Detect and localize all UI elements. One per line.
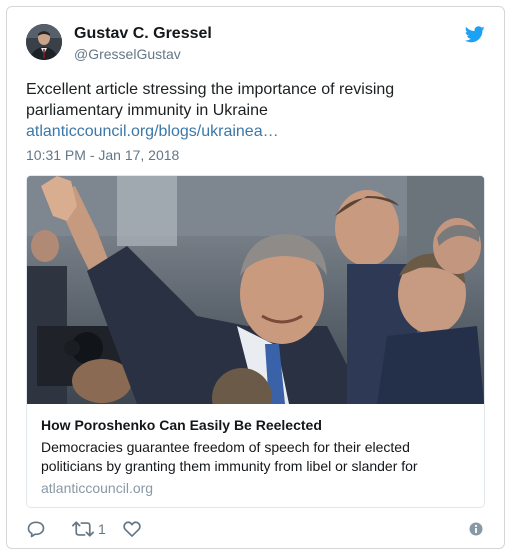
reply-icon <box>27 521 45 538</box>
retweet-count: 1 <box>98 521 106 537</box>
tweet-card[interactable]: Gustav C. Gressel @GresselGustav Excelle… <box>6 6 505 549</box>
tweet-timestamp[interactable]: 10:31 PM - Jan 17, 2018 <box>26 147 179 163</box>
link-preview-domain: atlanticcouncil.org <box>41 480 154 496</box>
retweet-button[interactable]: 1 <box>72 518 106 540</box>
avatar[interactable] <box>26 24 62 60</box>
tweet-link[interactable]: atlanticcouncil.org/blogs/ukrainea… <box>26 121 279 142</box>
tweet-text: Excellent article stressing the importan… <box>26 81 395 119</box>
heart-icon <box>123 521 141 537</box>
twitter-bird-icon[interactable] <box>465 26 485 43</box>
reply-button[interactable] <box>26 518 46 540</box>
link-preview-title[interactable]: How Poroshenko Can Easily Be Reelected <box>41 417 322 433</box>
photo-crowd-waving <box>27 176 484 404</box>
avatar-image <box>26 24 62 60</box>
author-display-name[interactable]: Gustav C. Gressel <box>74 25 212 43</box>
like-button[interactable] <box>122 518 142 540</box>
retweet-icon <box>72 521 94 537</box>
info-icon[interactable] <box>469 522 483 536</box>
link-preview-card[interactable]: How Poroshenko Can Easily Be Reelected D… <box>26 175 485 508</box>
link-preview-description: Democracies guarantee freedom of speech … <box>41 439 418 474</box>
author-handle[interactable]: @GresselGustav <box>74 46 181 62</box>
link-preview-image[interactable] <box>27 176 484 404</box>
